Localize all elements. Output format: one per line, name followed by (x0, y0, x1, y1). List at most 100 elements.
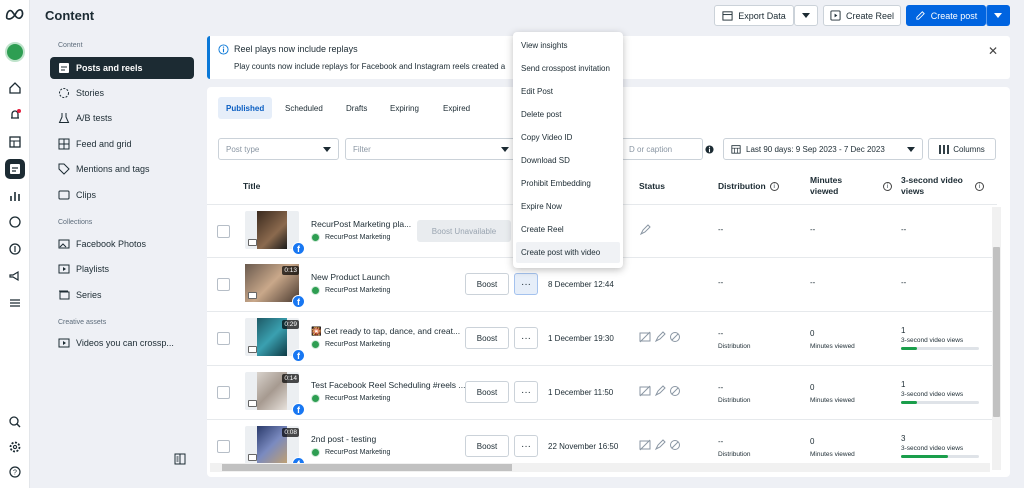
columns-button[interactable]: Columns (928, 138, 996, 160)
date-range-picker[interactable]: Last 90 days: 9 Sep 2023 - 7 Dec 2023 (723, 138, 923, 160)
chevron-down-icon (501, 147, 509, 152)
more-options-button[interactable]: ··· (514, 327, 538, 349)
search-input[interactable]: D or caption (621, 138, 703, 160)
post-title[interactable]: New Product Launch (311, 272, 390, 282)
boost-button[interactable]: Boost (465, 273, 509, 295)
scrollbar-thumb[interactable] (993, 247, 1000, 417)
more-options-button[interactable]: ··· (514, 381, 538, 403)
vertical-scrollbar[interactable] (992, 207, 1001, 470)
svg-text:?: ? (13, 470, 17, 477)
sidebar-item-posts-and-reels[interactable]: Posts and reels (50, 57, 194, 79)
video-icon (248, 346, 257, 353)
post-thumbnail[interactable]: 0:08 f (245, 426, 305, 470)
menu-item-copy-video-id[interactable]: Copy Video ID (516, 127, 620, 148)
post-title[interactable]: Test Facebook Reel Scheduling #reels ... (311, 380, 466, 390)
account-name: RecurPost Marketing (325, 341, 391, 348)
sidebar-item-series[interactable]: Series (50, 284, 194, 306)
account-avatar[interactable] (5, 42, 25, 62)
export-dropdown-button[interactable] (794, 5, 818, 26)
search-icon[interactable] (5, 412, 25, 432)
more-options-button[interactable]: ··· (514, 435, 538, 457)
distribution-value: -- (718, 225, 724, 234)
sidebar-item-ab-tests[interactable]: A/B tests (50, 107, 194, 129)
insights-icon[interactable] (5, 186, 25, 206)
ads-icon[interactable] (5, 266, 25, 286)
horizontal-scrollbar[interactable] (210, 463, 990, 472)
row-checkbox[interactable] (217, 278, 230, 291)
export-label: Export Data (738, 10, 786, 21)
help-icon[interactable]: ? (5, 462, 25, 482)
table-row[interactable]: 0:14 f Test Facebook Reel Scheduling #re… (207, 365, 997, 419)
collapse-sidebar-icon[interactable] (174, 453, 186, 465)
inbox-icon[interactable] (5, 212, 25, 232)
section-label-creative-assets: Creative assets (58, 319, 107, 326)
menu-item-prohibit-embedding[interactable]: Prohibit Embedding (516, 173, 620, 194)
post-thumbnail[interactable]: 0:29 f (245, 318, 305, 362)
export-data-button[interactable]: Export Data (714, 5, 794, 26)
menu-item-view-insights[interactable]: View insights (516, 35, 620, 56)
sidebar-item-mentions-and-tags[interactable]: Mentions and tags (50, 158, 194, 180)
menu-item-create-reel[interactable]: Create Reel (516, 219, 620, 240)
row-checkbox[interactable] (217, 386, 230, 399)
tab-expired[interactable]: Expired (435, 97, 478, 119)
tab-expiring[interactable]: Expiring (382, 97, 427, 119)
tab-drafts[interactable]: Drafts (338, 97, 375, 119)
playlist-icon (57, 263, 70, 276)
minutes-viewed-value: -- (810, 278, 816, 287)
table-row[interactable]: 0:29 f 🎇 Get ready to tap, dance, and cr… (207, 311, 997, 365)
row-checkbox[interactable] (217, 440, 230, 453)
sidebar-item-label: Clips (76, 190, 97, 200)
home-icon[interactable] (5, 78, 25, 98)
meta-logo-icon[interactable] (5, 8, 25, 22)
distribution-label: Distribution (718, 451, 751, 458)
post-title[interactable]: 2nd post - testing (311, 434, 376, 444)
sidebar-item-feed-and-grid[interactable]: Feed and grid (50, 133, 194, 155)
planner-icon[interactable] (5, 132, 25, 152)
header-minutes-viewed[interactable]: Minutes viewed (810, 175, 858, 197)
tab-scheduled[interactable]: Scheduled (277, 97, 331, 119)
content-icon[interactable] (5, 159, 25, 179)
sidebar-item-playlists[interactable]: Playlists (50, 258, 194, 280)
create-post-dropdown-button[interactable] (986, 5, 1010, 26)
menu-item-edit-post[interactable]: Edit Post (516, 81, 620, 102)
menu-item-expire-now[interactable]: Expire Now (516, 196, 620, 217)
header-title[interactable]: Title (243, 181, 260, 191)
tag-icon (57, 163, 70, 176)
settings-icon[interactable] (5, 437, 25, 457)
more-options-button[interactable]: ··· (514, 273, 538, 295)
post-thumbnail[interactable]: 0:13 f (245, 264, 305, 308)
post-thumbnail[interactable]: 0:14 f (245, 372, 305, 416)
post-title[interactable]: RecurPost Marketing pla... (311, 219, 411, 229)
notifications-icon[interactable] (5, 105, 25, 125)
create-reel-button[interactable]: Create Reel (823, 5, 901, 26)
sidebar-item-clips[interactable]: Clips (50, 184, 194, 206)
boost-button[interactable]: Boost (465, 435, 509, 457)
menu-icon[interactable] (5, 293, 25, 313)
header-status[interactable]: Status (639, 181, 665, 191)
create-post-button[interactable]: Create post (906, 5, 986, 26)
row-checkbox[interactable] (217, 332, 230, 345)
sidebar-item-videos-crosspost[interactable]: Videos you can crossp... (50, 332, 194, 354)
minutes-viewed-value: 0 (810, 329, 815, 338)
row-checkbox[interactable] (217, 225, 230, 238)
menu-item-delete-post[interactable]: Delete post (516, 104, 620, 125)
menu-item-send-crosspost-invitation[interactable]: Send crosspost invitation (516, 58, 620, 79)
menu-item-create-post-with-video[interactable]: Create post with video (516, 242, 620, 263)
filter-select[interactable]: Filter (345, 138, 517, 160)
post-type-select[interactable]: Post type (218, 138, 339, 160)
close-icon[interactable]: ✕ (988, 44, 998, 58)
header-3-second-views[interactable]: 3-second video views (901, 175, 973, 197)
boost-button[interactable]: Boost (465, 327, 509, 349)
tab-published[interactable]: Published (218, 97, 273, 119)
boost-unavailable-button: Boost Unavailable (417, 220, 511, 242)
boost-button[interactable]: Boost (465, 381, 509, 403)
sidebar-item-facebook-photos[interactable]: Facebook Photos (50, 233, 194, 255)
sidebar-item-stories[interactable]: Stories (50, 82, 194, 104)
post-title[interactable]: 🎇 Get ready to tap, dance, and creat... (311, 326, 460, 337)
scrollbar-thumb[interactable] (222, 464, 512, 471)
header-distribution[interactable]: Distribution i (718, 181, 779, 192)
monetization-icon[interactable] (5, 239, 25, 259)
blocked-icon (670, 386, 680, 396)
menu-item-download-sd[interactable]: Download SD (516, 150, 620, 171)
post-thumbnail[interactable]: f (245, 211, 305, 255)
